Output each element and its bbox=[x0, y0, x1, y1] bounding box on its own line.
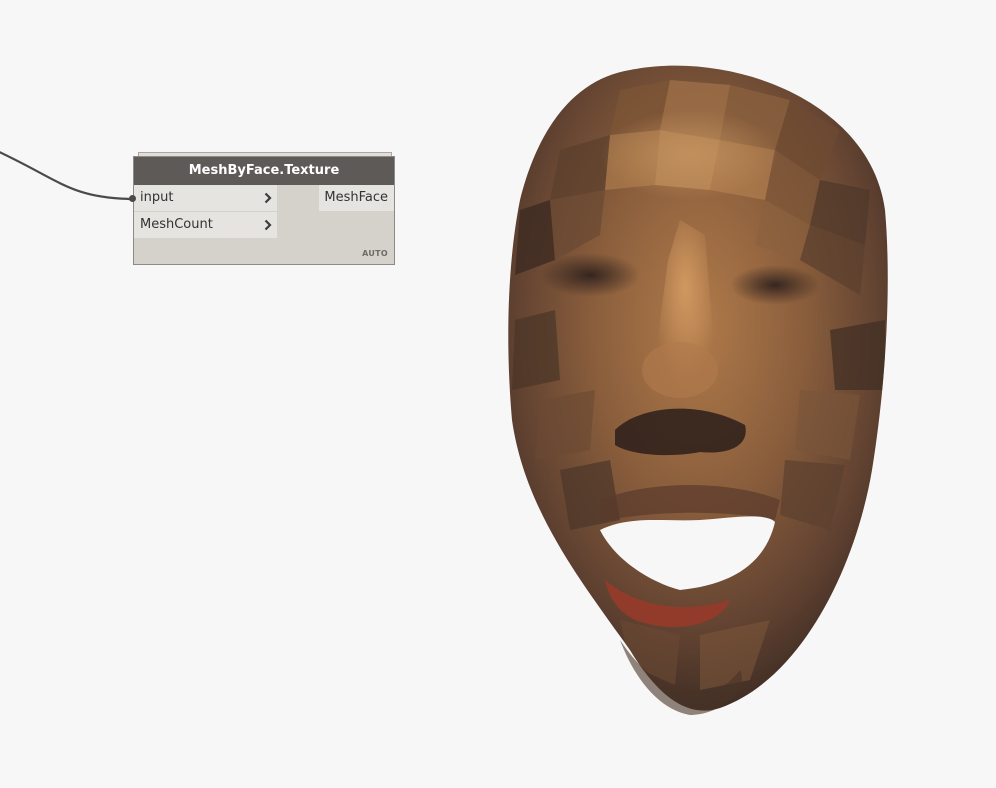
input-connection-dot bbox=[129, 195, 136, 202]
chevron-right-icon bbox=[262, 212, 274, 238]
input-port-label: MeshCount bbox=[140, 217, 213, 232]
right-eye-shade bbox=[730, 265, 820, 305]
input-port-input[interactable]: input bbox=[134, 185, 277, 211]
node-body[interactable]: MeshByFace.Texture input MeshCount MeshF… bbox=[133, 156, 395, 265]
input-port-label: input bbox=[140, 190, 174, 205]
forehead-highlight bbox=[600, 110, 780, 200]
nose-tip bbox=[642, 342, 718, 398]
lacing-indicator[interactable]: AUTO bbox=[362, 249, 388, 258]
chevron-right-icon bbox=[262, 185, 274, 211]
workspace-canvas[interactable]: MeshByFace.Texture input MeshCount MeshF… bbox=[0, 0, 996, 788]
mesh-preview-face[interactable] bbox=[500, 60, 900, 730]
output-port-meshface[interactable]: MeshFace bbox=[319, 185, 394, 211]
input-port-meshcount[interactable]: MeshCount bbox=[134, 212, 277, 238]
output-port-label: MeshFace bbox=[324, 190, 388, 205]
left-eye-shade bbox=[540, 253, 640, 297]
meshbyface-texture-node[interactable]: MeshByFace.Texture input MeshCount MeshF… bbox=[129, 152, 395, 265]
input-wire bbox=[0, 151, 133, 201]
node-title[interactable]: MeshByFace.Texture bbox=[134, 157, 394, 185]
